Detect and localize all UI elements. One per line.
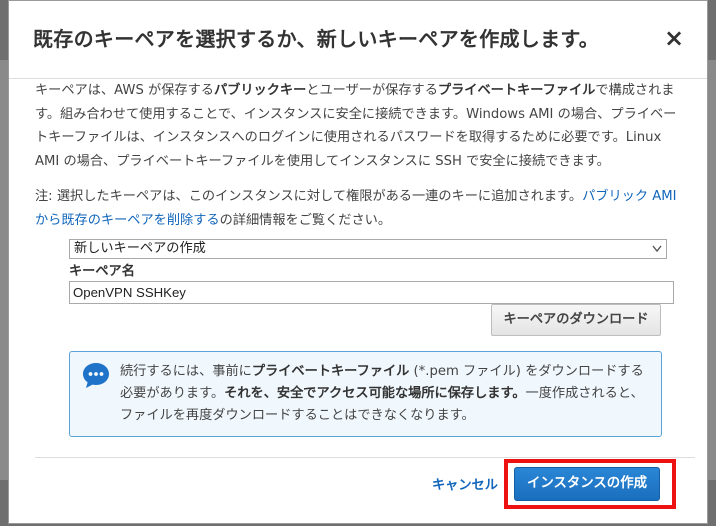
chat-bubble-info-icon — [81, 360, 111, 390]
close-icon: × — [663, 24, 685, 52]
keypair-name-label: キーペア名 — [69, 264, 135, 279]
public-key-term: パブリックキー — [213, 83, 307, 98]
dialog-title: 既存のキーペアを選択するか、新しいキーペアを作成します。 — [33, 27, 599, 51]
intro-text-2: とユーザーが保存する — [306, 83, 438, 98]
close-button[interactable]: × — [661, 25, 687, 51]
info-message: 続行するには、事前にプライベートキーファイル (*.pem ファイル) をダウン… — [120, 361, 652, 427]
info-text-1: 続行するには、事前に — [120, 364, 252, 379]
keypair-action-select[interactable]: 新しいキーペアの作成 — [69, 239, 667, 259]
background-page-left — [0, 60, 8, 480]
download-keypair-button[interactable]: キーペアのダウンロード — [491, 304, 661, 336]
note-paragraph: 注: 選択したキーペアは、このインスタンスに対して権限がある一連のキーに追加され… — [35, 185, 691, 232]
background-page-right — [708, 60, 716, 480]
keypair-dialog: 既存のキーペアを選択するか、新しいキーペアを作成します。 × キーペアは、AWS… — [8, 0, 708, 524]
note-text-2: の詳細情報をご覧ください。 — [219, 212, 392, 228]
info-private-key-term: プライベートキーファイル — [251, 364, 410, 379]
launch-instance-button[interactable]: インスタンスの作成 — [514, 467, 660, 501]
info-alert: 続行するには、事前にプライベートキーファイル (*.pem ファイル) をダウン… — [69, 351, 662, 437]
dialog-header: 既存のキーペアを選択するか、新しいキーペアを作成します。 × — [9, 1, 707, 79]
intro-text-1: キーペアは、AWS が保存する — [35, 83, 214, 98]
keypair-action-value: 新しいキーペアの作成 — [74, 241, 206, 256]
note-text-1: 注: 選択したキーペアは、このインスタンスに対して権限がある一連のキーに追加され… — [35, 189, 583, 204]
footer-divider — [35, 457, 695, 458]
chevron-down-icon — [652, 241, 662, 263]
info-save-warning: それを、安全でアクセス可能な場所に保存します。 — [224, 386, 526, 401]
cancel-button[interactable]: キャンセル — [432, 474, 498, 493]
keypair-name-input[interactable] — [69, 281, 674, 304]
intro-paragraph: キーペアは、AWS が保存するパブリックキーとユーザーが保存するプライベートキー… — [35, 79, 689, 173]
private-key-term: プライベートキーファイル — [437, 83, 596, 98]
